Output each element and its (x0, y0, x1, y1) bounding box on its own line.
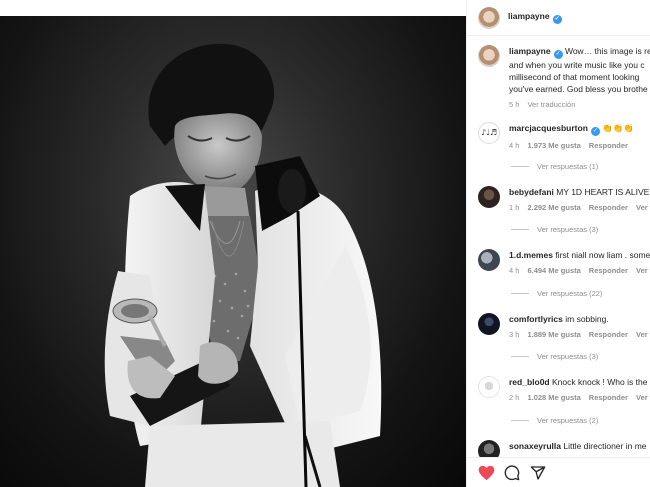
translate-link[interactable]: Ver tr (636, 203, 650, 212)
comment-text: im sobbing. (565, 314, 609, 324)
comment-icon[interactable] (503, 464, 521, 482)
comment-username[interactable]: 1.d.memes (509, 250, 553, 260)
verified-badge-icon: ✓ (552, 15, 562, 24)
view-replies-link[interactable]: Ver respuestas (2) (511, 416, 598, 425)
view-replies-link[interactable]: Ver respuestas (3) (511, 352, 598, 361)
comment-text: 👏👏👏 (602, 123, 635, 133)
header-username[interactable]: liampayne ✓ (508, 11, 562, 24)
view-replies-link[interactable]: Ver respuestas (3) (511, 225, 598, 234)
comment-time: 3 h (509, 330, 520, 339)
comment-text: Little directioner in me (563, 441, 647, 451)
action-bar (467, 457, 650, 487)
comments-panel: liampayne ✓ liampayne ✓ Wow… this image is… (466, 0, 650, 487)
share-icon[interactable] (529, 464, 547, 482)
comment-avatar[interactable] (478, 313, 500, 335)
comment-text: MY 1D HEART IS ALIVEE (556, 187, 650, 197)
comment: red_blo0d Knock knock ! Who is the 2 h 1.… (478, 376, 650, 402)
comment-avatar[interactable] (478, 249, 500, 271)
comment-username[interactable]: red_blo0d (509, 377, 550, 387)
comment-username[interactable]: comfortlyrics (509, 314, 563, 324)
reply-button[interactable]: Responder (589, 266, 628, 275)
post-header: liampayne ✓ (467, 0, 650, 36)
translate-link[interactable]: Ver tr (636, 266, 650, 275)
comment-time: 1 h (509, 203, 520, 212)
comment-username[interactable]: bebydefani (509, 187, 554, 197)
caption: liampayne ✓ Wow… this image is re and whe… (478, 45, 650, 109)
comment-time: 4 h (509, 141, 520, 150)
comment-username[interactable]: marcjacquesburton (509, 123, 588, 133)
comment-likes[interactable]: 6.494 Me gusta (527, 266, 580, 275)
view-replies-link[interactable]: Ver respuestas (22) (511, 289, 602, 298)
comment-likes[interactable]: 2.292 Me gusta (527, 203, 580, 212)
translate-link[interactable]: Ver traducción (527, 100, 575, 109)
comment-text: Knock knock ! Who is the (552, 377, 648, 387)
caption-line-3: millisecond of that moment looking (509, 72, 640, 82)
reply-button[interactable]: Responder (589, 141, 628, 150)
comment: comfortlyrics im sobbing. 3 h 1.889 Me gu… (478, 313, 650, 339)
comment: ♪♩♬ marcjacquesburton ✓ 👏👏👏 4 h 1.973 Me g… (478, 122, 650, 150)
view-replies-link[interactable]: Ver respuestas (1) (511, 162, 598, 171)
post-photo[interactable] (0, 16, 466, 487)
comment-likes[interactable]: 1.889 Me gusta (527, 330, 580, 339)
caption-username[interactable]: liampayne (509, 46, 551, 56)
comment-time: 4 h (509, 266, 520, 275)
profile-avatar[interactable] (478, 6, 500, 29)
reply-button[interactable]: Responder (589, 203, 628, 212)
top-strip (0, 0, 466, 16)
caption-line-4: you've earned. God bless you brothe (509, 84, 648, 94)
comment-username[interactable]: sonaxeyrulla (509, 441, 561, 451)
reply-button[interactable]: Responder (589, 330, 628, 339)
caption-avatar[interactable] (478, 45, 500, 67)
comment-likes[interactable]: 1.028 Me gusta (527, 393, 580, 402)
translate-link[interactable]: Ver tr (636, 330, 650, 339)
comment-avatar[interactable] (478, 376, 500, 398)
comment-time: 2 h (509, 393, 520, 402)
comment: 1.d.memes first niall now liam . some 4 … (478, 249, 650, 275)
caption-line-1: Wow… this image is re (564, 46, 650, 56)
verified-badge-icon: ✓ (553, 50, 563, 59)
translate-link[interactable]: Ver tr (636, 393, 650, 402)
comment-avatar[interactable]: ♪♩♬ (478, 122, 500, 144)
caption-line-2: and when you write music like you c (509, 60, 645, 70)
comment-avatar[interactable] (478, 186, 500, 208)
like-heart-icon[interactable] (477, 464, 495, 482)
caption-time: 5 h (509, 100, 520, 109)
comment: bebydefani MY 1D HEART IS ALIVEE 1 h 2.29… (478, 186, 650, 212)
photo-illustration (104, 43, 382, 487)
verified-badge-icon: ✓ (590, 127, 600, 136)
comment-text: first niall now liam . some (555, 250, 650, 260)
comment-likes[interactable]: 1.973 Me gusta (527, 141, 580, 150)
reply-button[interactable]: Responder (589, 393, 628, 402)
